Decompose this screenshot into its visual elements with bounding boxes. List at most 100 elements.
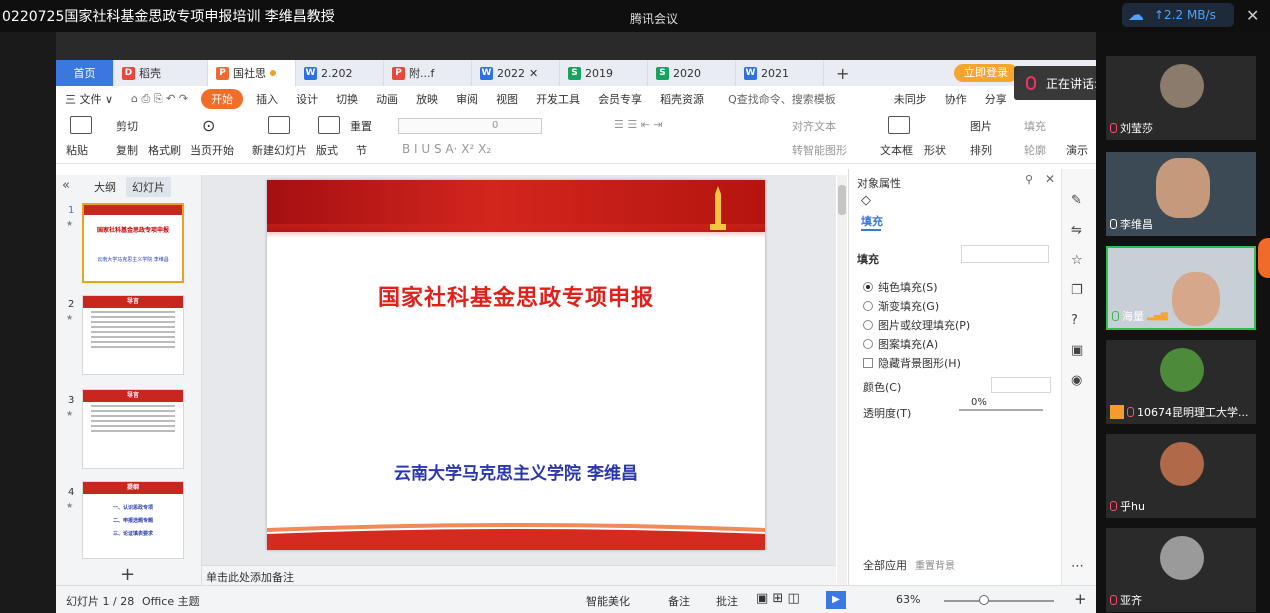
participant-tile[interactable]: 乎hu: [1106, 434, 1256, 518]
radio-icon[interactable]: [863, 282, 873, 292]
quick-tools-icon[interactable]: ⌂ ⎙ ⎘ ↶ ↷: [122, 92, 197, 106]
slide-thumbnail-2[interactable]: 导言: [82, 295, 184, 375]
more-icon[interactable]: ⋯: [1071, 559, 1084, 574]
paste-icon[interactable]: [70, 116, 92, 134]
participant-tile-active[interactable]: 海量 ▂▄▆: [1106, 246, 1256, 330]
tab-sheet-2019[interactable]: S 2019: [560, 60, 648, 86]
participant-tile[interactable]: 亚齐: [1106, 528, 1256, 612]
participant-tile[interactable]: 10674昆明理工大学...: [1106, 340, 1256, 424]
command-search[interactable]: Q查找命令、搜索模板: [719, 91, 845, 107]
fill-section-header[interactable]: 填充: [857, 251, 879, 267]
transparency-slider[interactable]: [959, 409, 1043, 411]
menu-resources[interactable]: 稻壳资源: [651, 91, 713, 107]
participant-tile[interactable]: 刘莹莎: [1106, 56, 1256, 140]
font-size-value[interactable]: 0: [492, 120, 498, 131]
slide-subtitle[interactable]: 云南大学马克思主义学院 李维昌: [267, 459, 765, 484]
zoom-slider[interactable]: [944, 600, 1054, 602]
new-slide-icon[interactable]: [268, 116, 290, 134]
color-picker[interactable]: [991, 377, 1051, 393]
participant-tile[interactable]: 李维昌: [1106, 152, 1256, 236]
menu-file[interactable]: 三 文件 ∨: [56, 91, 122, 107]
login-button[interactable]: 立即登录: [954, 64, 1018, 82]
radio-icon[interactable]: [863, 320, 873, 330]
cut-button[interactable]: 剪切: [116, 118, 138, 134]
collapse-panel-icon[interactable]: «: [62, 178, 70, 193]
panel-title[interactable]: 对象属性: [857, 175, 901, 191]
play-slideshow-button[interactable]: ▶: [826, 591, 846, 609]
current-slide[interactable]: 国家社科基金思政专项申报 云南大学马克思主义学院 李维昌: [267, 180, 765, 550]
font-style-icons[interactable]: B I U S A· X² X₂: [402, 142, 491, 156]
outline-button[interactable]: 轮廓: [1024, 142, 1046, 158]
brush-icon[interactable]: ✎: [1071, 193, 1082, 208]
fill-button[interactable]: 填充: [1024, 118, 1046, 134]
tab-outline[interactable]: 大纲: [94, 179, 116, 195]
tab-attach-pdf[interactable]: P 附...f: [384, 60, 472, 86]
reset-button[interactable]: 重置: [350, 118, 372, 134]
option-pattern-fill[interactable]: 图案填充(A): [863, 336, 938, 352]
option-picture-fill[interactable]: 图片或纹理填充(P): [863, 317, 970, 333]
radio-icon[interactable]: [863, 339, 873, 349]
paste-button[interactable]: 粘贴: [66, 142, 88, 158]
menu-developer[interactable]: 开发工具: [527, 91, 589, 107]
paragraph-icons[interactable]: ☰ ☰ ⇤ ⇥: [614, 118, 663, 131]
convert-smartart-button[interactable]: 转智能图形: [792, 142, 847, 158]
tab-doc-2021[interactable]: W 2021: [736, 60, 824, 86]
radio-icon[interactable]: [863, 301, 873, 311]
side-notification-bubble[interactable]: [1258, 238, 1270, 278]
upload-indicator[interactable]: ☁ ↑2.2 MB/s: [1122, 3, 1234, 27]
adjust-icon[interactable]: ⇋: [1071, 223, 1082, 238]
view-modes-icons[interactable]: ▣ ⊞ ◫: [756, 591, 800, 606]
slide-thumbnail-1[interactable]: 国家社科基金思政专项申报 云南大学马克思主义学院 李维昌: [82, 203, 184, 283]
copy-button[interactable]: 复制: [116, 142, 138, 158]
play-icon[interactable]: ⊙: [202, 116, 215, 135]
collab-button[interactable]: 协作: [936, 91, 976, 107]
apply-all-button[interactable]: 全部应用: [863, 557, 907, 573]
section-button[interactable]: 节: [356, 142, 367, 158]
tab-doc-2202[interactable]: W 2.202: [296, 60, 384, 86]
beautify-button[interactable]: 智能美化: [586, 593, 630, 609]
add-slide-button[interactable]: +: [120, 564, 135, 585]
menu-view[interactable]: 视图: [487, 91, 527, 107]
tab-slides[interactable]: 幻灯片: [126, 177, 171, 197]
notes-area[interactable]: 单击此处添加备注: [202, 565, 836, 585]
new-tab-button[interactable]: +: [824, 60, 861, 86]
tab-sheet-2020[interactable]: S 2020: [648, 60, 736, 86]
close-tab-icon[interactable]: ✕: [529, 67, 538, 80]
option-gradient-fill[interactable]: 渐变填充(G): [863, 298, 939, 314]
textbox-icon[interactable]: [888, 116, 910, 134]
menu-insert[interactable]: 插入: [247, 91, 287, 107]
tab-doc-2022[interactable]: W 2022 ✕: [472, 60, 560, 86]
shape-button[interactable]: 形状: [924, 142, 946, 158]
zoom-value[interactable]: 63%: [896, 593, 920, 606]
pin-icon[interactable]: ⚲: [1025, 173, 1033, 186]
image-button[interactable]: 图片: [970, 118, 992, 134]
play-from-current-button[interactable]: 当页开始: [190, 142, 234, 158]
slide-thumbnail-3[interactable]: 导言: [82, 389, 184, 469]
menu-member[interactable]: 会员专享: [589, 91, 651, 107]
menu-slideshow[interactable]: 放映: [407, 91, 447, 107]
fill-preset-select[interactable]: [961, 245, 1049, 263]
star-icon[interactable]: ☆: [1071, 253, 1083, 268]
image-edit-icon[interactable]: ▣: [1071, 343, 1083, 358]
zoom-knob[interactable]: [979, 595, 989, 605]
zoom-in-icon[interactable]: +: [1074, 590, 1087, 608]
menu-review[interactable]: 审阅: [447, 91, 487, 107]
menu-start[interactable]: 开始: [201, 89, 244, 109]
option-solid-fill[interactable]: 纯色填充(S): [863, 279, 938, 295]
sync-status[interactable]: 未同步: [885, 91, 936, 107]
comment-toggle[interactable]: 批注: [716, 593, 738, 609]
layout-icon[interactable]: [318, 116, 340, 134]
notes-toggle[interactable]: 备注: [668, 593, 690, 609]
location-icon[interactable]: ◉: [1071, 373, 1082, 388]
menu-transition[interactable]: 切换: [327, 91, 367, 107]
arrange-button[interactable]: 排列: [970, 142, 992, 158]
tab-home[interactable]: 首页: [56, 60, 114, 86]
textbox-button[interactable]: 文本框: [880, 142, 913, 158]
tab-guoshesi[interactable]: P 国社思: [208, 60, 296, 86]
share-button[interactable]: 分享: [976, 91, 1016, 107]
checkbox-icon[interactable]: [863, 358, 873, 368]
slide-thumbnail-4[interactable]: 提纲 一、认识思政专项 二、申报选题专题 三、论证填表要求: [82, 481, 184, 559]
copy-icon[interactable]: ❐: [1071, 283, 1083, 298]
reset-background-button[interactable]: 重置背景: [915, 557, 955, 572]
layout-button[interactable]: 版式: [316, 142, 338, 158]
